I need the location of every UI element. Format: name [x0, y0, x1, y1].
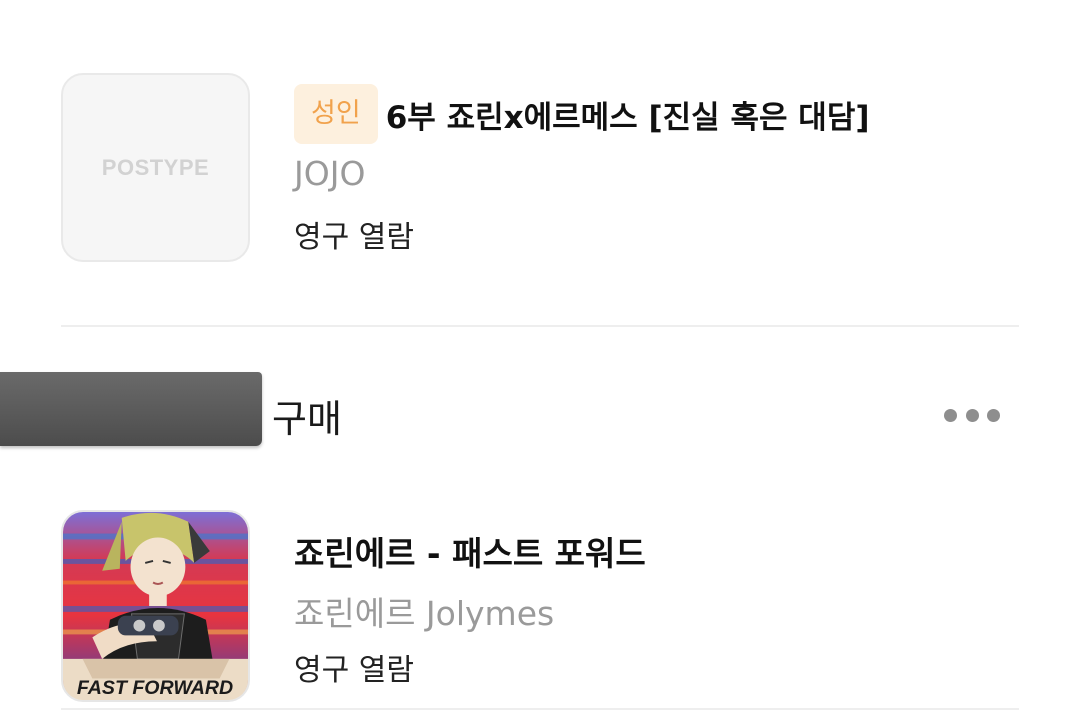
- access-status: 영구 열람: [294, 220, 414, 255]
- adult-badge: 성인: [294, 84, 378, 144]
- post-title[interactable]: 죠린에르 - 패스트 포워드: [294, 527, 646, 575]
- postype-logo: POSTYPE: [101, 154, 210, 180]
- post-title[interactable]: 6부 죠린x에르메스 [진실 혹은 대담]: [386, 92, 870, 137]
- divider: [61, 325, 1019, 327]
- post-title-row[interactable]: 성인 6부 죠린x에르메스 [진실 혹은 대담]: [294, 84, 870, 144]
- redacted-block: [0, 372, 262, 446]
- dot: [965, 408, 979, 422]
- post-thumbnail-placeholder[interactable]: POSTYPE: [61, 73, 250, 262]
- dot: [987, 408, 1000, 422]
- purchase-list: POSTYPE 성인 6부 죠린x에르메스 [진실 혹은 대담] JOJO 영구…: [0, 0, 1080, 715]
- access-status: 영구 열람: [294, 653, 414, 688]
- post-cover-image[interactable]: FAST FORWARD: [61, 510, 250, 702]
- post-author[interactable]: JOJO: [294, 154, 365, 193]
- dot: [944, 408, 957, 422]
- post-author[interactable]: 죠린에르 Jolymes: [294, 587, 554, 635]
- more-options-icon[interactable]: [944, 400, 1000, 430]
- cover-art-image: FAST FORWARD: [63, 512, 248, 700]
- divider: [61, 708, 1019, 710]
- cover-title-text: FAST FORWARD: [77, 677, 233, 699]
- section-label: 구매: [272, 397, 342, 441]
